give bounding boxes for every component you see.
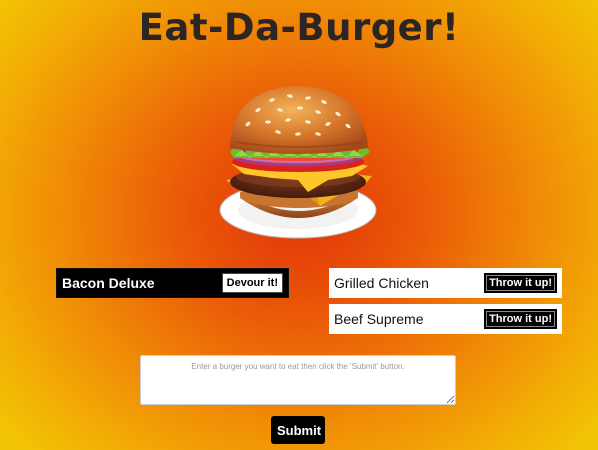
burger-input[interactable] [140,355,456,405]
devour-item-row: Bacon Deluxe Devour it! [56,268,289,298]
burger-name: Grilled Chicken [334,275,429,291]
submit-button[interactable]: Submit [271,416,325,444]
page-title: Eat-Da-Burger! [138,6,460,49]
eaten-item-row: Beef Supreme Throw it up! [329,304,562,334]
burger-name: Bacon Deluxe [62,275,155,291]
devour-button[interactable]: Devour it! [221,273,283,293]
burger-name: Beef Supreme [334,311,424,327]
throw-up-button[interactable]: Throw it up! [484,273,557,293]
burger-image [219,86,377,239]
throw-up-button[interactable]: Throw it up! [484,309,557,329]
eaten-item-row: Grilled Chicken Throw it up! [329,268,562,298]
